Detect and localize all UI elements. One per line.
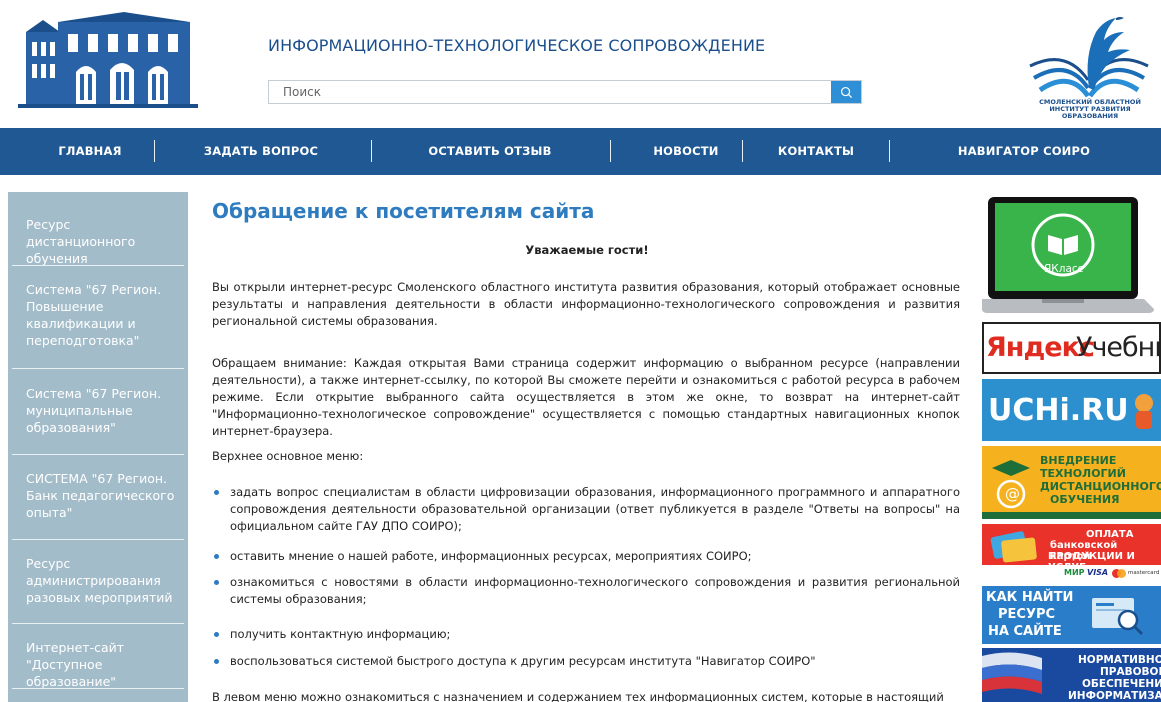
norm-line-3: ОБЕСПЕЧЕНИЕ (1082, 678, 1161, 690)
banner-stripe (982, 512, 1161, 519)
uchebnik-label: Учебник (1076, 332, 1159, 363)
nav-divider (154, 140, 155, 162)
list-item: воспользоваться системой быстрого доступ… (212, 653, 960, 670)
mastercard-label: mastercard (1128, 570, 1160, 576)
nav-item-leave-feedback[interactable]: ОСТАВИТЬ ОТЗЫВ (420, 128, 560, 175)
mascot-icon (1135, 394, 1153, 429)
list-item: задать вопрос специалистам в области циф… (212, 484, 960, 535)
list-item-text: воспользоваться системой быстрого доступ… (230, 654, 816, 668)
mir-logo: МИР (1064, 568, 1085, 577)
sidebar-item-accessible-education[interactable]: Интернет-сайт "Доступное образование" (8, 639, 188, 690)
site-header: ИНФОРМАЦИОННО-ТЕХНОЛОГИЧЕСКОЕ СОПРОВОЖДЕ… (0, 0, 1161, 128)
banner-normative-legal[interactable]: НОРМАТИВНО- ПРАВОВОЕ ОБЕСПЕЧЕНИЕ ИНФОРМА… (982, 648, 1161, 702)
laptop-icon (982, 197, 1154, 313)
bullet-dot-icon (214, 659, 219, 664)
search-icon (840, 86, 852, 98)
banner-find-resource[interactable]: КАК НАЙТИ РЕСУРС НА САЙТЕ (982, 586, 1161, 644)
sidebar-divider (12, 623, 184, 624)
list-item-text: оставить мнение о нашей работе, информац… (230, 549, 752, 563)
list-item-text: задать вопрос специалистам в области циф… (230, 485, 960, 533)
flag-icon (982, 652, 1042, 694)
sidebar-divider (12, 265, 184, 266)
sidebar-divider (12, 539, 184, 540)
nav-divider (610, 140, 611, 162)
list-item-text: ознакомиться с новостями в области инфор… (230, 575, 960, 606)
search-box (268, 80, 862, 104)
card-logos-strip: МИР VISA mastercard (982, 565, 1161, 582)
sidebar-item-municipal[interactable]: Система "67 Регион. муниципальные образо… (8, 385, 188, 436)
site-title: ИНФОРМАЦИОННО-ТЕХНОЛОГИЧЕСКОЕ СОПРОВОЖДЕ… (268, 36, 766, 55)
greeting: Уважаемые гости! (525, 243, 649, 257)
nav-item-ask-question[interactable]: ЗАДАТЬ ВОПРОС (196, 128, 326, 175)
distance-line-1: ВНЕДРЕНИЕ (1040, 454, 1117, 467)
sidebar-item-experience-bank[interactable]: СИСТЕМА "67 Регион. Банк педагогического… (8, 470, 188, 521)
page-title: Обращение к посетителям сайта (212, 199, 595, 223)
menu-heading: Верхнее основное меню: (212, 449, 364, 463)
yaklass-label: ЯКласс (1044, 263, 1084, 275)
norm-line-1: НОРМАТИВНО- (1078, 654, 1161, 666)
bullet-dot-icon (214, 632, 219, 637)
banner-uchi-ru[interactable]: UCHi.RU (982, 379, 1161, 441)
distance-line-4: ОБУЧЕНИЯ (1050, 493, 1120, 506)
left-sidebar: Ресурс дистанционного обучения Система "… (8, 192, 188, 702)
norm-line-2: ПРАВОВОЕ (1100, 666, 1161, 678)
list-item-text: получить контактную информацию; (230, 627, 451, 641)
main-nav: ГЛАВНАЯ ЗАДАТЬ ВОПРОС ОСТАВИТЬ ОТЗЫВ НОВ… (0, 128, 1161, 175)
bullet-dot-icon (214, 554, 219, 559)
nav-divider (371, 140, 372, 162)
sidebar-item-qualification[interactable]: Система "67 Регион. Повышение квалификац… (8, 281, 188, 349)
norm-line-4: ИНФОРМАТИЗАЦИИ (1068, 690, 1161, 702)
distance-line-3: ДИСТАНЦИОННОГО (1040, 480, 1161, 493)
list-item: получить контактную информацию; (212, 626, 960, 643)
distance-line-2: ТЕХНОЛОГИЙ (1040, 467, 1126, 480)
banner-card-payment[interactable]: ОПЛАТА банковской картой ПРОДУКЦИИ И УСЛ… (982, 524, 1161, 582)
sidebar-item-distance-learning[interactable]: Ресурс дистанционного обучения (8, 216, 188, 267)
graduation-cap-icon: @ (992, 460, 1030, 509)
sidebar-divider (12, 688, 184, 689)
find-line-2: РЕСУРС (998, 607, 1056, 622)
nav-item-contacts[interactable]: КОНТАКТЫ (766, 128, 866, 175)
list-item: ознакомиться с новостями в области инфор… (212, 574, 960, 608)
bullet-dot-icon (214, 490, 219, 495)
list-item: оставить мнение о нашей работе, информац… (212, 548, 960, 565)
uchi-label: UCHi.RU (988, 393, 1129, 428)
building-logo[interactable] (18, 12, 198, 112)
pay-line-1: ОПЛАТА (1086, 529, 1134, 540)
nav-divider (889, 140, 890, 162)
find-line-1: КАК НАЙТИ (986, 590, 1074, 605)
bank-card-icon (990, 531, 1037, 563)
bullet-dot-icon (214, 580, 219, 585)
sidebar-divider (12, 368, 184, 369)
nav-item-news[interactable]: НОВОСТИ (636, 128, 736, 175)
mastercard-circle (1117, 569, 1126, 578)
banner-yaklass[interactable]: ЯКласс (982, 193, 1161, 317)
search-input[interactable] (269, 81, 829, 103)
left-menu-paragraph: В левом меню можно ознакомиться с назнач… (212, 690, 944, 702)
magnifier-icon (1092, 598, 1144, 636)
search-button[interactable] (831, 81, 861, 103)
find-line-3: НА САЙТЕ (988, 624, 1062, 639)
nav-item-home[interactable]: ГЛАВНАЯ (40, 128, 140, 175)
nav-divider (742, 140, 743, 162)
sidebar-item-events-admin[interactable]: Ресурс администрирования разовых меропри… (8, 555, 188, 606)
banner-yandex-uchebnik[interactable]: Яндекс Учебник (982, 322, 1161, 374)
soiro-logo-text: СМОЛЕНСКИЙ ОБЛАСТНОЙ ИНСТИТУТ РАЗВИТИЯ О… (1039, 98, 1141, 120)
nav-item-navigator[interactable]: НАВИГАТОР СОИРО (944, 128, 1104, 175)
svg-text:@: @ (1005, 485, 1020, 503)
notice-paragraph: Обращаем внимание: Каждая открытая Вами … (212, 356, 960, 438)
sidebar-divider (12, 454, 184, 455)
intro-paragraph: Вы открыли интернет-ресурс Смоленского о… (212, 280, 960, 328)
visa-logo: VISA (1087, 568, 1109, 577)
banner-distance-learning[interactable]: @ ВНЕДРЕНИЕ ТЕХНОЛОГИЙ ДИСТАНЦИОННОГО ОБ… (982, 446, 1161, 519)
